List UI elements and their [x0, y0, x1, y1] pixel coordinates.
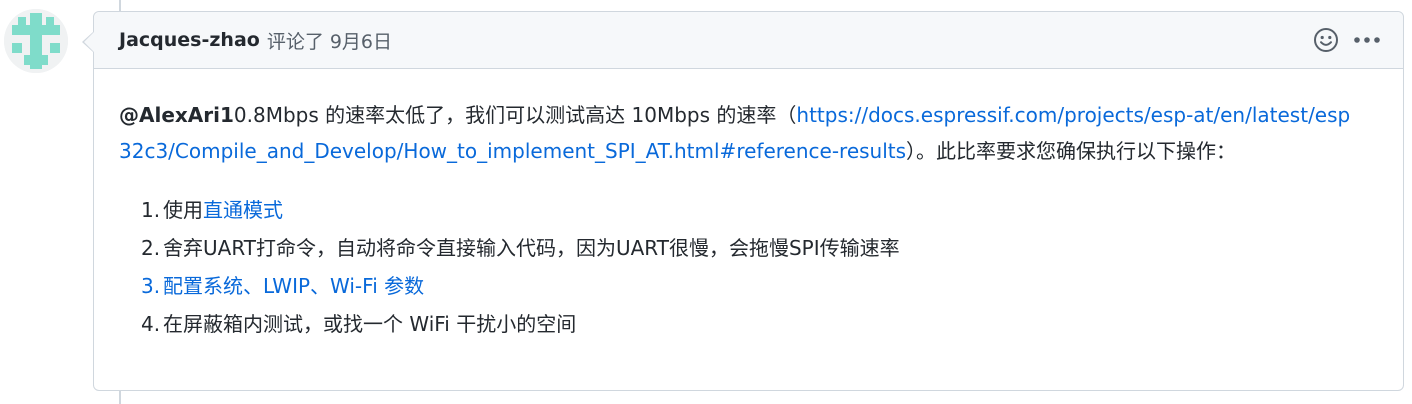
- author-name[interactable]: Jacques-zhao: [119, 29, 260, 51]
- list-item-text: 使用: [163, 198, 203, 222]
- comment-paragraph: @AlexAri10.8Mbps 的速率太低了，我们可以测试高达 10Mbps …: [119, 97, 1359, 169]
- comment-caret-fill: [84, 32, 94, 52]
- body-text-after-link: ）。此比率要求您确保执行以下操作：: [906, 139, 1237, 163]
- passthrough-mode-link[interactable]: 直通模式: [203, 191, 283, 229]
- comment-action-label: 评论了: [266, 30, 324, 53]
- list-item-number: 1.: [141, 198, 161, 222]
- comment-header: Jacques-zhao 评论了 9月6日: [94, 12, 1403, 69]
- list-item-number: 4.: [141, 312, 161, 336]
- list-item-text: 在屏蔽箱内测试，或找一个 WiFi 干扰小的空间: [163, 312, 577, 336]
- list-item-number: 3.: [141, 274, 161, 298]
- list-item-number: 2.: [141, 236, 161, 260]
- list-item: 1. 使用 直通模式: [141, 191, 1359, 229]
- config-params-link[interactable]: 配置系统、LWIP、Wi-Fi 参数: [163, 267, 424, 305]
- kebab-horizontal-icon[interactable]: [1353, 36, 1381, 44]
- list-item: 3. 配置系统、LWIP、Wi-Fi 参数: [141, 267, 1359, 305]
- identicon-avatar-icon: [4, 9, 68, 73]
- user-mention[interactable]: @AlexAri1: [119, 103, 234, 127]
- author-avatar[interactable]: [4, 9, 68, 73]
- smiley-icon[interactable]: [1313, 27, 1339, 53]
- comment-body: @AlexAri10.8Mbps 的速率太低了，我们可以测试高达 10Mbps …: [94, 69, 1403, 343]
- list-item-text: 舍弃UART打命令，自动将命令直接输入代码，因为UART很慢，会拖慢SPI传输速…: [163, 236, 900, 260]
- comment-actions: [1313, 12, 1381, 68]
- list-item: 2. 舍弃UART打命令，自动将命令直接输入代码，因为UART很慢，会拖慢SPI…: [141, 229, 1359, 267]
- comment-box: Jacques-zhao 评论了 9月6日 @AlexAri10.8Mbps 的…: [93, 11, 1404, 391]
- body-text-before-link: 0.8Mbps 的速率太低了，我们可以测试高达 10Mbps 的速率（: [233, 103, 797, 127]
- list-item: 4. 在屏蔽箱内测试，或找一个 WiFi 干扰小的空间: [141, 305, 1359, 343]
- steps-list: 1. 使用 直通模式 2. 舍弃UART打命令，自动将命令直接输入代码，因为UA…: [119, 191, 1359, 343]
- comment-date[interactable]: 9月6日: [330, 27, 392, 54]
